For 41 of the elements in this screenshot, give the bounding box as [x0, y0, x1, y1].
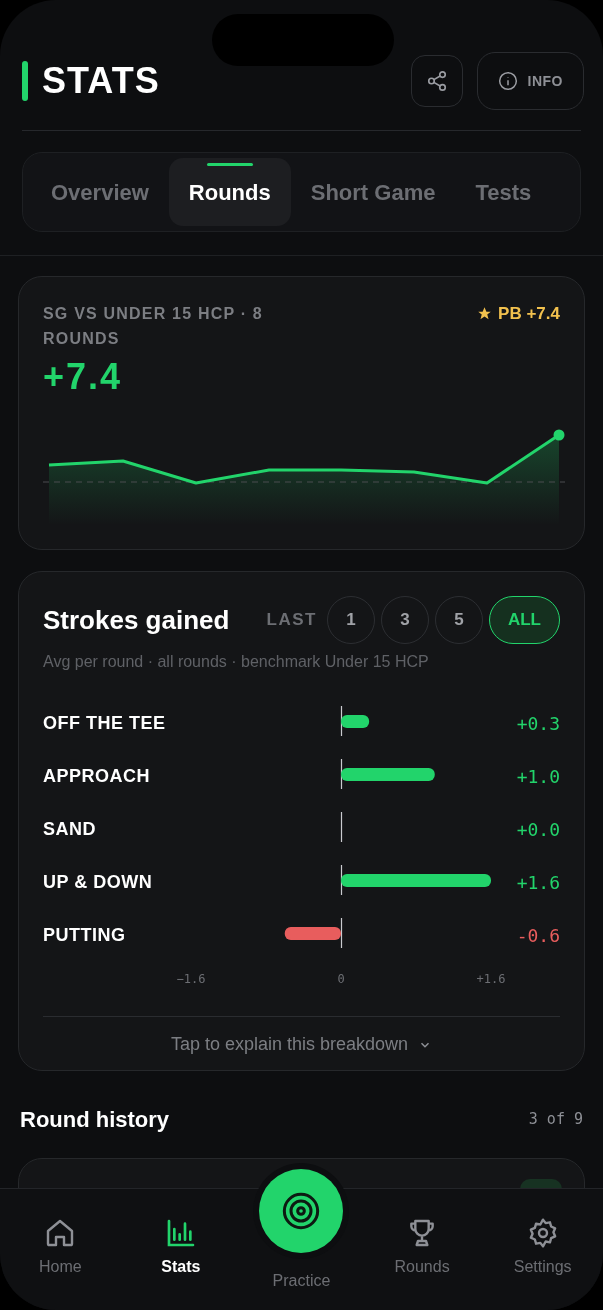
card-title: Strokes gained [43, 603, 230, 637]
filter-label: LAST [266, 609, 317, 632]
value-label: +1.0 [516, 765, 560, 789]
share-icon [425, 70, 448, 92]
value-label: +0.3 [516, 712, 560, 736]
category-label: PUTTING [43, 924, 126, 947]
share-button[interactable] [410, 55, 463, 107]
filter-chip[interactable]: ALL [488, 596, 560, 644]
page-title: STATS [42, 63, 160, 99]
nav-label: Practice [272, 1271, 331, 1291]
section-title: Round history [20, 1106, 170, 1134]
info-button[interactable]: INFO [476, 52, 584, 110]
category-label: UP & DOWN [43, 871, 153, 894]
card-subtitle: Avg per round · all rounds · benchmark Under 15 HCP [43, 652, 430, 672]
target-icon [281, 1191, 322, 1231]
round-count: 3 of 9 [528, 1109, 583, 1131]
personal-best: PB +7.4 [498, 303, 560, 325]
nav-tab[interactable]: Stats [120, 1189, 242, 1310]
nav-tab[interactable]: Rounds [361, 1189, 483, 1310]
info-icon [497, 71, 518, 91]
chart-caption: SG VS UNDER 15 HCP · 8 ROUNDS [43, 304, 264, 349]
tab[interactable]: Tests [455, 158, 552, 226]
axis-tick-label: −1.6 [176, 971, 206, 988]
category-label: OFF THE TEE [43, 712, 166, 735]
value-label: +1.6 [516, 871, 560, 895]
category-label: SAND [43, 818, 96, 841]
sg-value: +7.4 [43, 359, 124, 395]
nav-tab[interactable]: Home [0, 1189, 121, 1310]
category-label: APPROACH [43, 765, 150, 788]
bar [341, 715, 370, 728]
tab[interactable]: Rounds [168, 158, 291, 226]
value-label: +0.0 [516, 818, 560, 842]
axis-tick-label: +1.6 [476, 971, 506, 988]
accent-bar [22, 61, 28, 101]
value-label: -0.6 [516, 924, 560, 948]
bar [284, 927, 341, 940]
tab[interactable]: Overview [31, 158, 169, 226]
explain-link[interactable]: Tap to explain this breakdown [43, 1031, 560, 1058]
nav-tab[interactable]: Settings [482, 1189, 603, 1310]
tab[interactable]: Short Game [290, 158, 456, 226]
axis-tick-label: 0 [337, 971, 345, 988]
